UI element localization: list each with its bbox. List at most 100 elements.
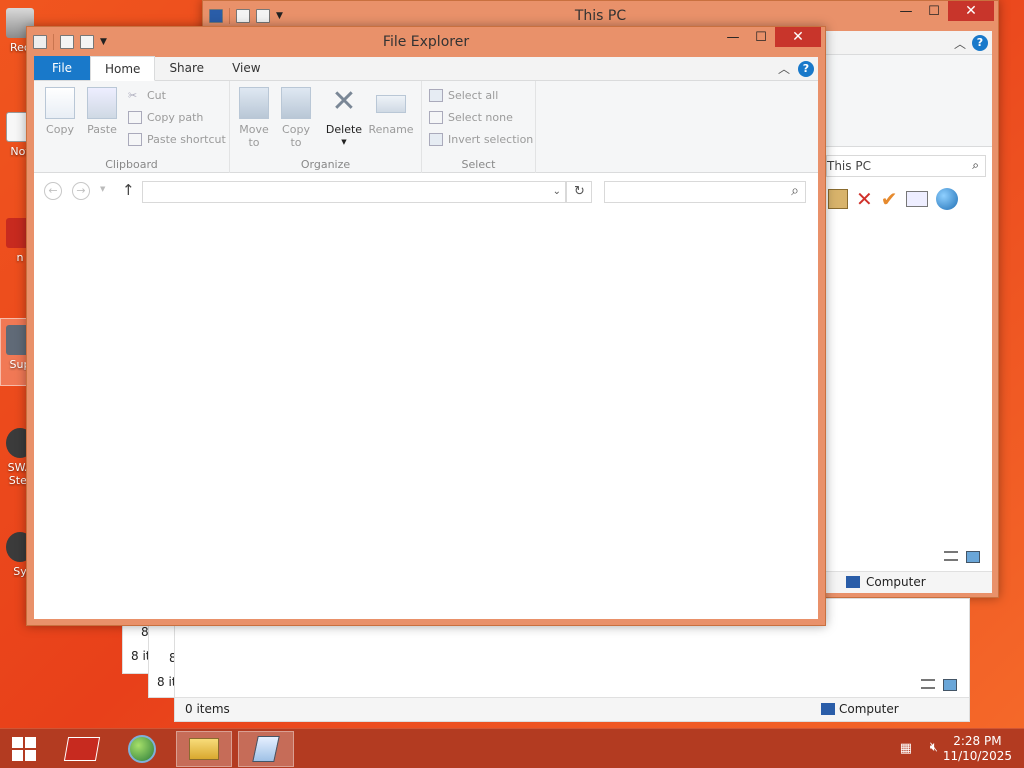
copy-icon — [45, 87, 75, 119]
tab-view[interactable]: View — [218, 56, 274, 80]
paste-button[interactable]: Paste — [82, 87, 122, 136]
maximize-button[interactable]: ☐ — [747, 27, 775, 47]
copy-to-icon — [281, 87, 311, 119]
search-icon: ⌕ — [972, 158, 979, 172]
close-button[interactable]: ✕ — [775, 27, 821, 47]
help-icon[interactable]: ? — [798, 60, 814, 77]
copy-label: Copy — [46, 123, 74, 136]
recent-locations-icon[interactable]: ▼ — [100, 185, 105, 193]
file-explorer-client: File Home Share View ︿ ? Copy Paste ✂ Cu… — [34, 56, 818, 619]
clock-time: 2:28 PM — [953, 734, 1002, 748]
status-location: Computer — [839, 702, 899, 716]
select-none-label: Select none — [448, 111, 513, 124]
maximize-button[interactable]: ☐ — [920, 1, 948, 21]
help-icon[interactable]: ? — [972, 35, 988, 51]
ribbon-tabs: File Home Share View ︿ ? — [34, 56, 818, 81]
title-bar[interactable]: ▼ File Explorer — ☐ ✕ — [27, 27, 825, 57]
copy-to-button[interactable]: Copy to — [276, 87, 316, 149]
properties-icon[interactable] — [236, 9, 250, 23]
collapse-ribbon-icon[interactable]: ︿ — [778, 60, 790, 77]
tab-file[interactable]: File — [34, 56, 90, 80]
organize-group: Move to Copy to ✕ Delete ▼ Rename Organi… — [230, 81, 422, 173]
select-all-button[interactable]: Select all — [429, 89, 498, 102]
forward-button[interactable]: → — [72, 182, 90, 200]
tab-home[interactable]: Home — [90, 56, 156, 81]
copy-path-button[interactable]: Copy path — [128, 111, 203, 124]
minimize-button[interactable]: — — [719, 27, 747, 47]
status-location: Computer — [866, 575, 926, 589]
copy-button[interactable]: Copy — [40, 87, 80, 136]
delete-icon[interactable]: ✕ — [856, 187, 873, 211]
paste-icon — [87, 87, 117, 119]
properties-icon[interactable] — [60, 35, 74, 49]
chevron-down-icon[interactable]: ⌄ — [553, 186, 561, 197]
details-view-icon[interactable] — [921, 679, 935, 689]
group-label: Select — [461, 158, 496, 171]
window-menu-icon[interactable] — [33, 35, 47, 49]
group-label: Organize — [300, 158, 351, 171]
move-to-button[interactable]: Move to — [234, 87, 274, 149]
invert-selection-button[interactable]: Invert selection — [429, 133, 533, 146]
new-folder-icon[interactable] — [80, 35, 94, 49]
invert-selection-label: Invert selection — [448, 133, 534, 146]
chevron-down-icon[interactable]: ▼ — [276, 11, 283, 21]
ribbon: Copy Paste ✂ Cut Copy path Paste shortcu… — [34, 81, 818, 173]
search-box[interactable]: This PC ⌕ — [826, 155, 986, 177]
large-icons-view-icon[interactable] — [966, 551, 980, 563]
back-button[interactable]: ← — [44, 182, 62, 200]
collapse-ribbon-icon[interactable]: ︿ — [954, 35, 966, 52]
large-icons-view-icon[interactable] — [943, 679, 957, 691]
copy-path-icon — [128, 111, 142, 124]
start-button[interactable] — [0, 731, 48, 767]
invert-selection-icon — [429, 133, 443, 146]
refresh-button[interactable]: ↻ — [566, 181, 592, 203]
notepad-icon — [252, 736, 280, 762]
move-to-label: Move — [239, 123, 269, 136]
window-title: File Explorer — [382, 34, 470, 50]
taskbar-app-notepad[interactable] — [238, 731, 294, 767]
cut-button[interactable]: ✂ Cut — [128, 89, 166, 102]
paste-shortcut-icon — [128, 133, 142, 146]
paste-icon[interactable] — [828, 189, 848, 209]
new-folder-icon[interactable] — [256, 9, 270, 23]
select-none-button[interactable]: Select none — [429, 111, 513, 124]
check-icon[interactable]: ✔ — [881, 187, 898, 211]
browser-globe-icon — [128, 735, 156, 763]
up-arrow-icon[interactable]: ↑ — [122, 181, 135, 199]
paste-shortcut-label: Paste shortcut — [147, 133, 226, 146]
details-view-icon[interactable] — [944, 551, 958, 561]
file-explorer-window[interactable]: ▼ File Explorer — ☐ ✕ File Home Share Vi… — [26, 26, 826, 626]
search-placeholder: This PC — [827, 159, 871, 173]
file-list-area[interactable] — [34, 208, 818, 619]
windows-logo-icon — [12, 737, 36, 761]
search-box[interactable]: ⌕ — [604, 181, 806, 203]
select-all-label: Select all — [448, 89, 499, 102]
move-to-icon — [239, 87, 269, 119]
scissors-icon: ✂ — [128, 89, 138, 102]
paste-shortcut-button[interactable]: Paste shortcut — [128, 133, 226, 146]
system-clock[interactable]: 2:28 PM 11/10/2025 — [943, 734, 1012, 764]
rename-button[interactable]: Rename — [366, 87, 416, 136]
chevron-down-icon: ▼ — [341, 138, 347, 146]
move-to-label-2: to — [248, 136, 260, 149]
paste-label: Paste — [87, 123, 117, 136]
view-icons — [944, 551, 980, 563]
globe-icon[interactable] — [935, 188, 958, 210]
close-button[interactable]: ✕ — [948, 1, 994, 21]
tab-share[interactable]: Share — [155, 56, 218, 80]
computer-icon — [821, 703, 835, 715]
refresh-icon: ↻ — [574, 184, 585, 199]
app-red-icon — [63, 737, 101, 761]
minimize-button[interactable]: — — [892, 1, 920, 21]
taskbar-app-browser[interactable] — [114, 731, 170, 767]
navigation-bar: ← → ▼ ↑ ⌄ ↻ ⌕ — [34, 174, 818, 208]
properties-icon[interactable] — [905, 191, 928, 207]
delete-button[interactable]: ✕ Delete ▼ — [324, 87, 364, 149]
chevron-down-icon[interactable]: ▼ — [100, 37, 107, 47]
copy-to-label: Copy — [282, 123, 310, 136]
address-bar[interactable]: ⌄ — [142, 181, 566, 203]
taskbar-app-red[interactable] — [54, 731, 110, 767]
taskbar-app-file-explorer[interactable] — [176, 731, 232, 767]
network-icon[interactable]: ▦ — [900, 741, 912, 756]
volume-muted-icon[interactable]: 🔇︎ — [930, 740, 938, 755]
